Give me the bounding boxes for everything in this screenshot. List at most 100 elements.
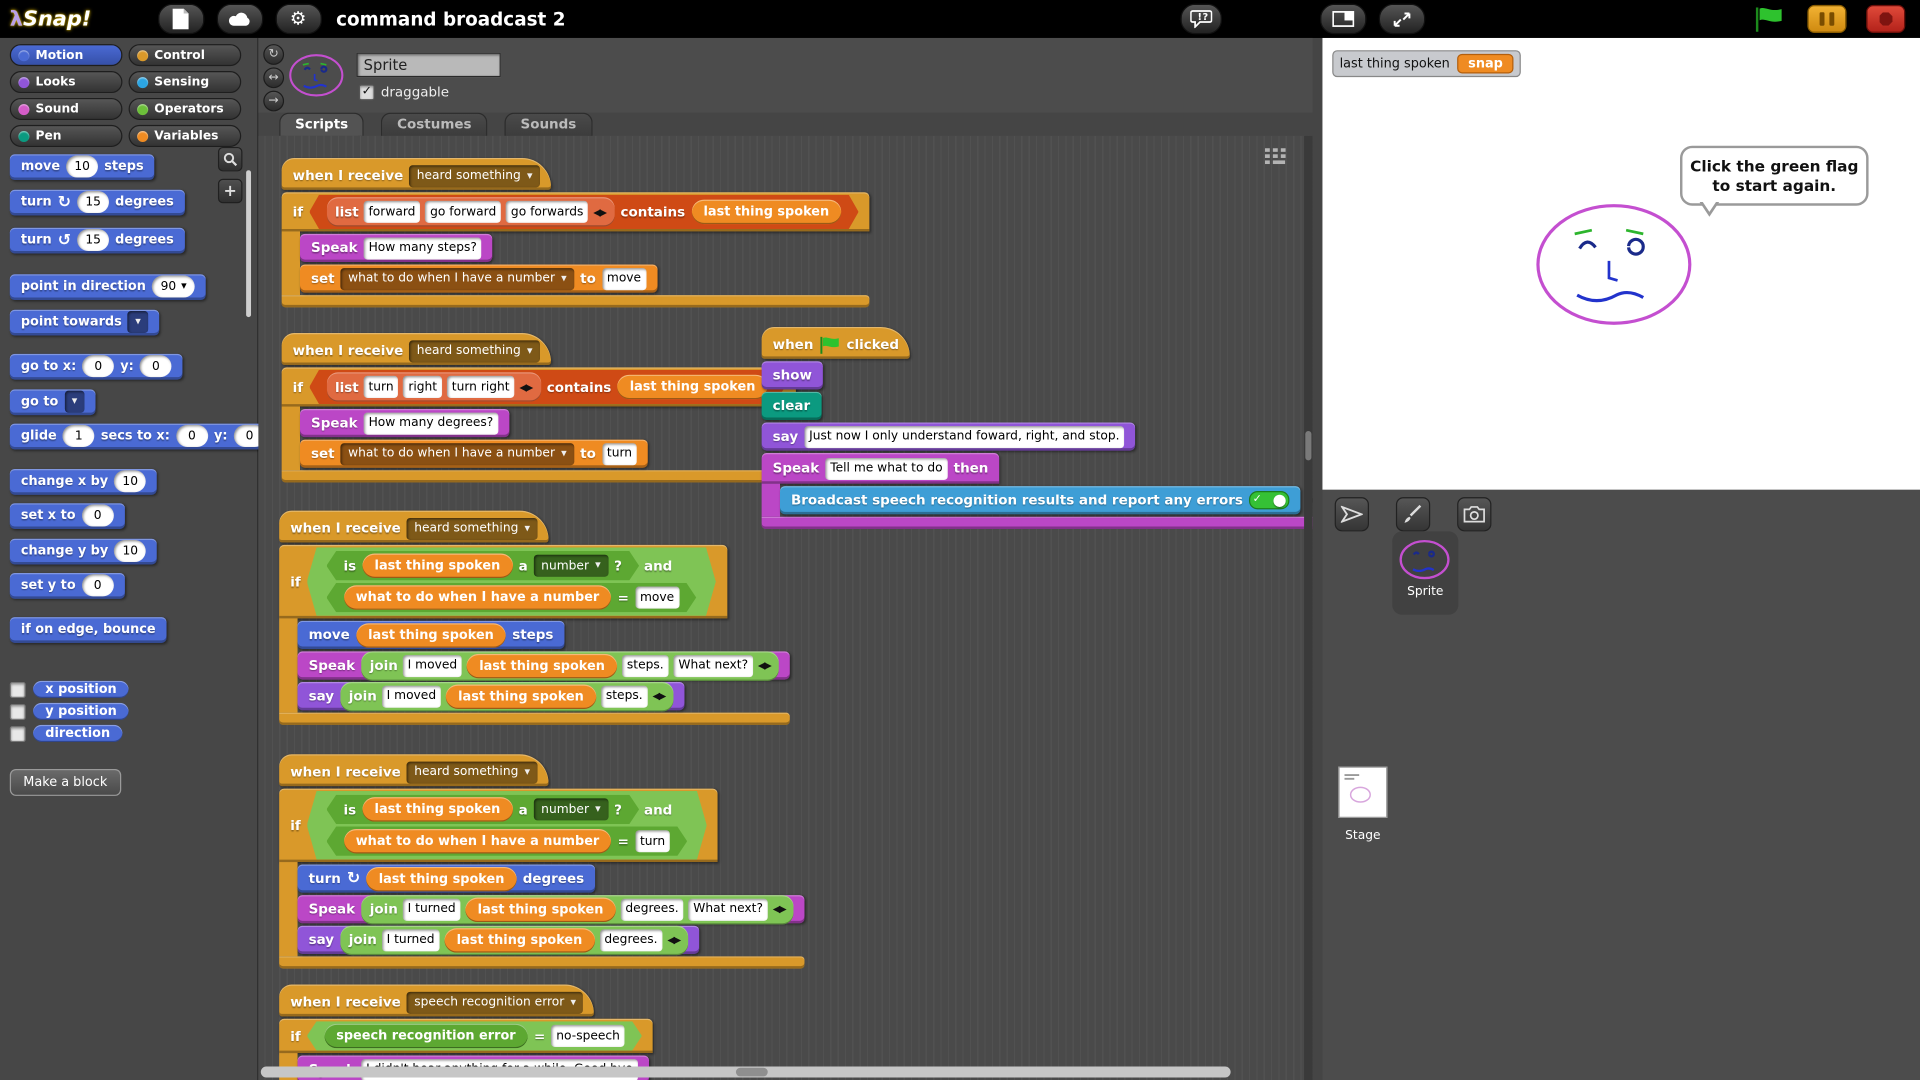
horizontal-scrollbar[interactable] <box>261 1067 1231 1078</box>
number-input-slot[interactable]: 0 <box>176 425 208 447</box>
text-input-slot[interactable]: steps. <box>601 685 648 707</box>
if-block[interactable]: iflistturnrightturn right◀▶containslast … <box>282 367 796 482</box>
sprite-on-stage[interactable] <box>1531 197 1702 337</box>
speak-then-block[interactable]: SpeakTell me what to dothenBroadcast spe… <box>762 453 1313 529</box>
palette-block[interactable]: set y to0 <box>10 572 125 598</box>
toggle-on-icon[interactable]: ✓ <box>1249 491 1289 509</box>
dropdown-slot[interactable]: heard something <box>407 761 537 783</box>
number-input-slot[interactable]: 0 <box>82 355 114 377</box>
text-input-slot[interactable]: I moved <box>403 654 462 676</box>
script-2[interactable]: when I receiveheard somethingiflistturnr… <box>282 333 796 482</box>
category-pen[interactable]: Pen <box>10 125 123 147</box>
hscroll-thumb[interactable] <box>736 1068 768 1077</box>
set-variable-block[interactable]: setwhat to do when I have a numbertoturn <box>300 440 648 468</box>
say-block[interactable]: sayjoinI turnedlast thing spokendegrees.… <box>298 926 700 954</box>
text-input-slot[interactable]: I moved <box>382 685 441 707</box>
vscroll-thumb[interactable] <box>1305 431 1311 460</box>
palette-block[interactable]: point in direction90 <box>10 274 206 300</box>
script-1[interactable]: when I receiveheard somethingiflistforwa… <box>282 158 870 307</box>
corral-stage-item[interactable]: Stage <box>1335 767 1391 843</box>
stage-layout-button[interactable] <box>1320 4 1367 35</box>
if-block[interactable]: iflistforwardgo forwardgo forwards◀▶cont… <box>282 192 870 307</box>
dropdown-slot[interactable]: number <box>534 798 608 820</box>
text-input-slot[interactable]: turn <box>635 830 670 852</box>
when-i-receive-hat[interactable]: when I receiveheard something <box>282 333 551 365</box>
turn-block[interactable]: turn↻last thing spokendegrees <box>298 864 596 892</box>
text-input-slot[interactable]: move <box>635 587 679 609</box>
pause-button[interactable] <box>1807 5 1846 33</box>
tab-costumes[interactable]: Costumes <box>381 113 487 136</box>
variable-reporter[interactable]: what to do when I have a number <box>344 829 612 853</box>
palette-block[interactable]: glide1secs to x:0y:0 <box>10 423 277 449</box>
script-4[interactable]: when I receiveheard somethingifislast th… <box>279 754 805 968</box>
presentation-mode-button[interactable] <box>1379 4 1426 35</box>
reporter-block[interactable]: listforwardgo forwardgo forwards◀▶ <box>326 197 614 226</box>
speak-block[interactable]: SpeakjoinI turnedlast thing spokendegree… <box>298 895 805 923</box>
category-motion[interactable]: Motion <box>10 44 123 66</box>
when-i-receive-hat[interactable]: when I receiveheard something <box>282 158 551 190</box>
text-input-slot[interactable]: Just now I only understand foward, right… <box>804 426 1124 448</box>
palette-block[interactable]: point towards <box>10 309 159 335</box>
speak-block[interactable]: SpeakHow many steps? <box>300 234 493 262</box>
predicate-block[interactable]: islast thing spokenanumber? <box>326 551 639 580</box>
new-turtle-sprite-button[interactable] <box>1335 497 1369 531</box>
broadcast-speech-block[interactable]: Broadcast speech recognition results and… <box>780 486 1300 514</box>
dropdown-slot[interactable]: what to do when I have a number <box>341 268 574 290</box>
text-input-slot[interactable]: I turned <box>403 898 461 920</box>
text-input-slot[interactable]: steps. <box>622 654 669 676</box>
variable-reporter[interactable]: last thing spoken <box>617 375 767 399</box>
sprite-thumbnail[interactable] <box>288 43 347 108</box>
dropdown-slot[interactable]: number <box>534 555 608 577</box>
reporter-y-position[interactable]: y position <box>33 703 129 720</box>
if-block[interactable]: ifislast thing spokenanumber?andwhat to … <box>279 545 790 725</box>
show-block[interactable]: show <box>762 361 823 389</box>
expand-arrows-icon[interactable]: ◀▶ <box>667 934 680 945</box>
predicate-and-block[interactable]: islast thing spokenanumber?andwhat to do… <box>307 791 707 860</box>
rotate-none-button[interactable]: → <box>263 91 284 112</box>
make-a-block-button[interactable]: Make a block <box>10 769 121 796</box>
rotate-freely-button[interactable]: ↻ <box>263 44 284 65</box>
number-input-slot[interactable]: 1 <box>63 425 95 447</box>
keyboard-entry-icon[interactable] <box>1265 146 1286 169</box>
number-input-slot[interactable]: 15 <box>77 229 109 251</box>
green-flag-button[interactable] <box>1751 6 1788 32</box>
if-block-header[interactable]: ifspeech recognition error=no-speech <box>279 1019 653 1053</box>
cloud-menu-button[interactable] <box>216 4 263 35</box>
variable-reporter[interactable]: last thing spoken <box>446 684 596 708</box>
dropdown-slot[interactable] <box>128 311 148 333</box>
dropdown-slot[interactable]: heard something <box>409 340 539 362</box>
reporter-block[interactable]: joinI movedlast thing spokensteps.◀▶ <box>340 681 673 710</box>
paint-new-sprite-button[interactable] <box>1396 497 1430 531</box>
speak-block[interactable]: SpeakHow many degrees? <box>300 409 509 437</box>
speech-bubble-button[interactable]: !? <box>1180 4 1222 35</box>
predicate-block[interactable]: speech recognition error=no-speech <box>307 1021 642 1050</box>
number-input-slot[interactable]: 0 <box>82 574 114 596</box>
expand-arrows-icon[interactable]: ◀▶ <box>593 206 606 217</box>
if-block[interactable]: ifislast thing spokenanumber?andwhat to … <box>279 789 805 969</box>
dropdown-slot[interactable]: heard something <box>407 517 537 539</box>
text-input-slot[interactable]: What next? <box>688 898 767 920</box>
settings-menu-button[interactable]: ⚙ <box>275 4 322 35</box>
when-i-receive-hat[interactable]: when I receiveheard something <box>279 754 548 786</box>
text-input-slot[interactable]: go forward <box>425 201 501 223</box>
reporter-x-position[interactable]: x position <box>33 681 129 698</box>
variable-reporter[interactable]: last thing spoken <box>467 653 617 677</box>
number-input-slot[interactable]: 0 <box>140 355 172 377</box>
if-block-header[interactable]: iflistturnrightturn right◀▶containslast … <box>282 367 796 406</box>
expand-arrows-icon[interactable]: ◀▶ <box>773 904 786 915</box>
scripting-area[interactable]: when I receiveheard somethingiflistforwa… <box>258 136 1312 1080</box>
dropdown-slot[interactable]: what to do when I have a number <box>341 443 574 465</box>
palette-block[interactable]: set x to0 <box>10 503 125 529</box>
if-block-header[interactable]: ifislast thing spokenanumber?andwhat to … <box>279 789 718 862</box>
number-input-slot[interactable]: 10 <box>114 470 146 492</box>
when-i-receive-hat[interactable]: when I receivespeech recognition error <box>279 984 594 1016</box>
say-block[interactable]: sayJust now I only understand foward, ri… <box>762 422 1136 450</box>
dropdown-slot[interactable]: 90 <box>152 276 195 298</box>
predicate-block[interactable]: listforwardgo forwardgo forwards◀▶contai… <box>309 195 858 229</box>
category-sensing[interactable]: Sensing <box>129 71 242 93</box>
dropdown-slot[interactable] <box>64 391 84 413</box>
text-input-slot[interactable]: forward <box>364 201 421 223</box>
number-input-slot[interactable]: 10 <box>66 156 98 178</box>
script-3[interactable]: when I receiveheard somethingifislast th… <box>279 511 790 725</box>
variable-reporter[interactable]: last thing spoken <box>362 797 512 821</box>
